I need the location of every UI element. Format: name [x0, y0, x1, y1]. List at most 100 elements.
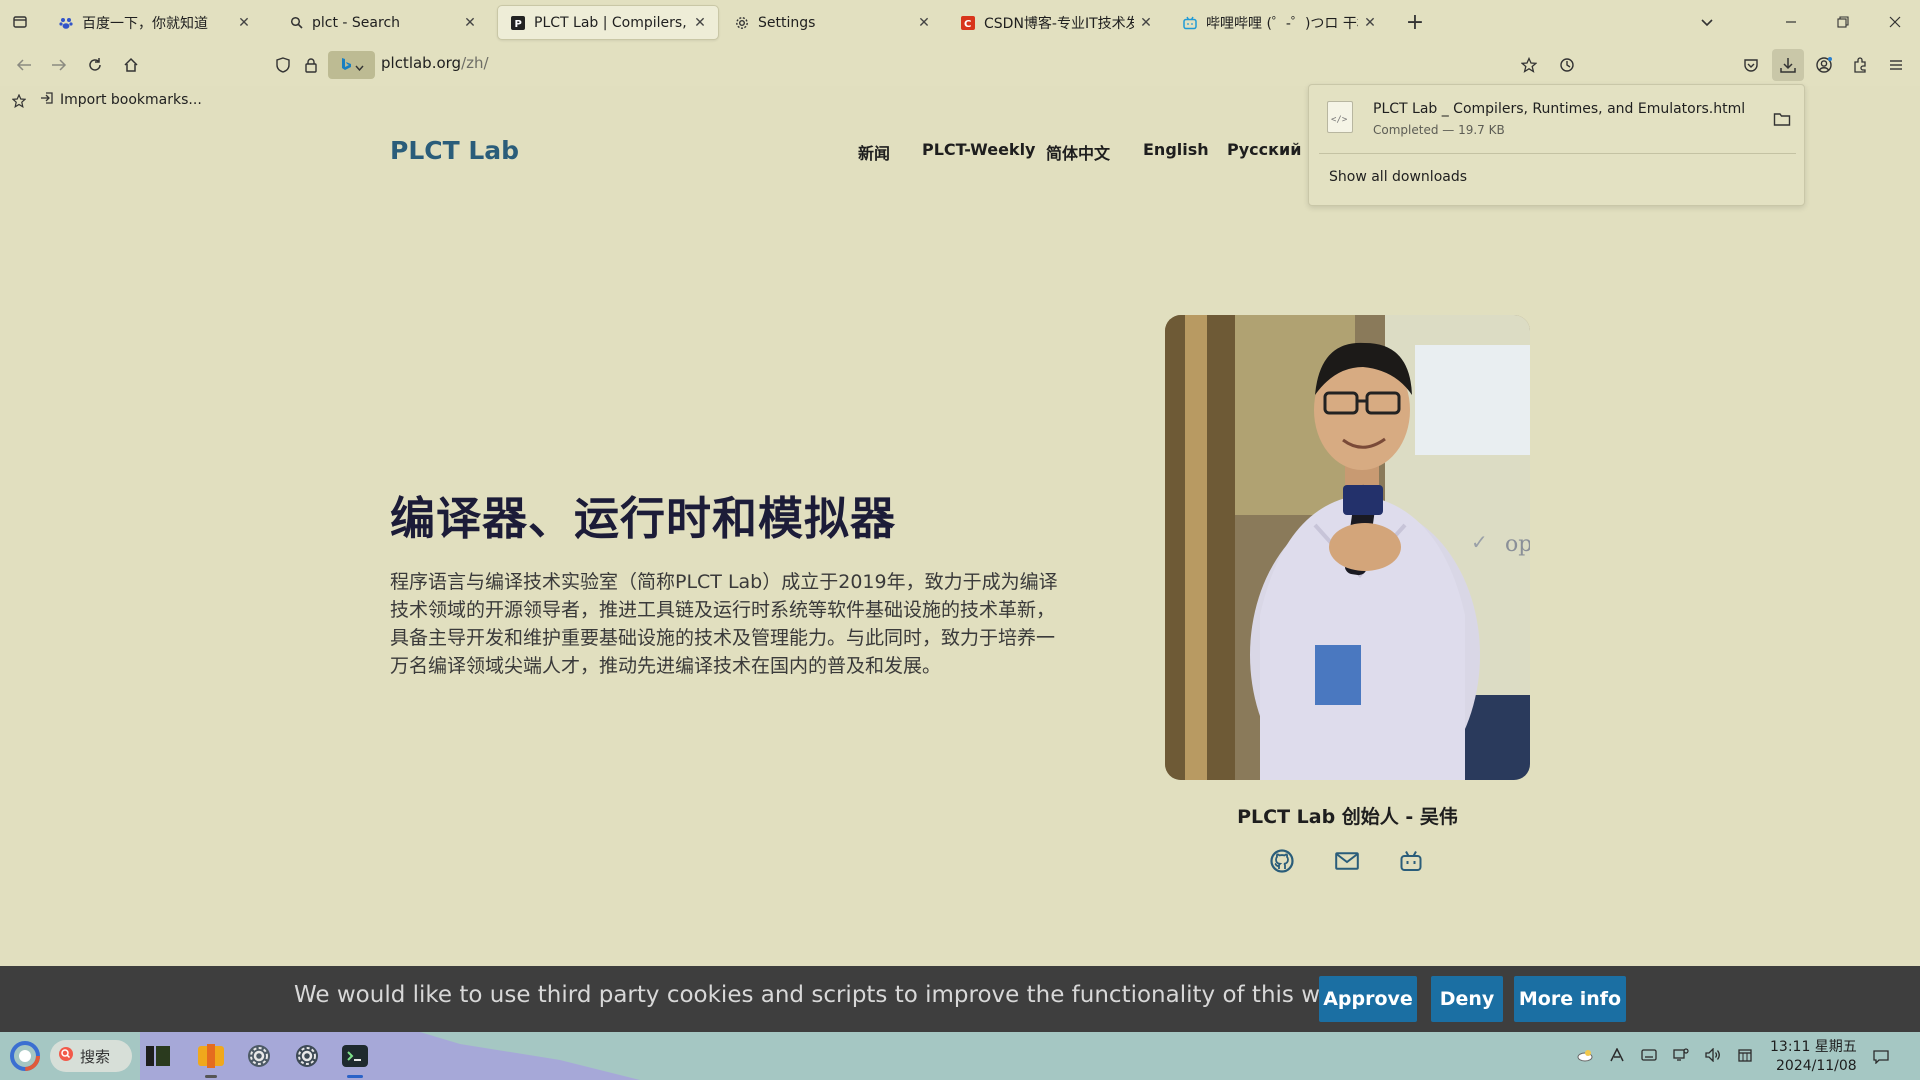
tab-label: 百度一下，你就知道 — [82, 15, 208, 32]
tab-plct-search[interactable]: plct - Search ✕ — [276, 5, 488, 40]
back-arrow-icon[interactable] — [9, 50, 39, 80]
tab-label: CSDN博客-专业IT技术发表平 — [984, 15, 1134, 32]
download-status: Completed — 19.7 KB — [1373, 123, 1505, 137]
taskbar-clock-date[interactable]: 2024/11/08 — [1776, 1058, 1857, 1074]
tab-csdn[interactable]: C CSDN博客-专业IT技术发表平 ✕ — [948, 5, 1164, 40]
search-icon — [288, 15, 304, 31]
deny-button[interactable]: Deny — [1431, 976, 1503, 1022]
bing-icon — [340, 56, 352, 75]
tab-settings[interactable]: Settings ✕ — [722, 5, 942, 40]
close-icon[interactable]: ✕ — [1362, 15, 1378, 31]
close-icon[interactable]: ✕ — [692, 15, 708, 31]
home-icon[interactable] — [116, 50, 146, 80]
svg-text:✓: ✓ — [1471, 530, 1488, 554]
tab-label: 哔哩哔哩 (゜-゜)つロ 干杯~ — [1206, 15, 1358, 32]
site-brand[interactable]: PLCT Lab — [390, 136, 519, 165]
chevron-down-icon — [354, 56, 364, 75]
download-item[interactable]: </> PLCT Lab _ Compilers, Runtimes, and … — [1319, 91, 1794, 147]
downloads-icon[interactable] — [1772, 49, 1804, 81]
bilibili-icon[interactable] — [1397, 848, 1425, 874]
pocket-icon[interactable] — [1736, 50, 1766, 80]
nav-russian[interactable]: Русский — [1227, 140, 1301, 159]
tab-plct-lab[interactable]: P PLCT Lab | Compilers, Runt ✕ — [497, 5, 719, 40]
svg-text:P: P — [515, 19, 522, 30]
more-info-button[interactable]: More info — [1514, 976, 1626, 1022]
svg-text:</>: </> — [1331, 115, 1348, 125]
tab-baidu[interactable]: 百度一下，你就知道 ✕ — [46, 5, 262, 40]
input-method-icon[interactable] — [1608, 1046, 1626, 1064]
keyboard-icon[interactable] — [1640, 1046, 1658, 1064]
start-menu-icon[interactable] — [9, 1040, 41, 1072]
tab-bilibili[interactable]: 哔哩哔哩 (゜-゜)つロ 干杯~ ✕ — [1170, 5, 1388, 40]
lock-icon[interactable] — [296, 50, 326, 80]
tab-list-icon[interactable] — [5, 7, 35, 37]
github-icon[interactable] — [1268, 848, 1296, 874]
import-bookmarks-link[interactable]: Import bookmarks... — [40, 91, 202, 109]
history-icon[interactable] — [1552, 50, 1582, 80]
founder-caption: PLCT Lab 创始人 - 吴伟 — [1237, 806, 1458, 828]
taskbar — [0, 1032, 1920, 1080]
taskbar-search-placeholder: 搜索 — [80, 1047, 111, 1066]
extensions-icon[interactable] — [1845, 50, 1875, 80]
show-all-downloads-button[interactable]: Show all downloads — [1329, 169, 1467, 185]
nav-english[interactable]: English — [1143, 140, 1209, 159]
csdn-icon: C — [960, 15, 976, 31]
downloads-panel: </> PLCT Lab _ Compilers, Runtimes, and … — [1308, 84, 1805, 206]
restore-button[interactable] — [1828, 7, 1858, 37]
multitask-view-icon[interactable] — [144, 1042, 172, 1070]
new-tab-button[interactable]: + — [1400, 7, 1430, 37]
bookmark-star-icon[interactable] — [4, 86, 34, 116]
approve-button[interactable]: Approve — [1319, 976, 1417, 1022]
shield-icon[interactable] — [268, 50, 298, 80]
file-manager-icon[interactable] — [197, 1042, 225, 1070]
folder-icon[interactable] — [1773, 111, 1793, 129]
founder-photo: op ✓ — [1165, 315, 1530, 780]
mail-icon[interactable] — [1333, 848, 1361, 874]
taskbar-wallpaper-strip — [140, 1032, 640, 1080]
close-icon[interactable]: ✕ — [916, 15, 932, 31]
cookie-message: We would like to use third party cookies… — [294, 982, 1398, 1008]
divider — [1319, 153, 1796, 154]
photo-slide-text: op — [1505, 532, 1530, 557]
nav-simplified-chinese[interactable]: 简体中文 — [1046, 140, 1110, 164]
taskbar-search[interactable]: 搜索 — [50, 1040, 132, 1072]
notification-icon[interactable] — [1872, 1048, 1890, 1066]
close-icon[interactable]: ✕ — [462, 15, 478, 31]
terminal-icon[interactable] — [341, 1042, 369, 1070]
settings-app-icon[interactable] — [245, 1042, 273, 1070]
forward-arrow-icon[interactable] — [44, 50, 74, 80]
minimize-button[interactable] — [1776, 7, 1806, 37]
taskbar-clock-time[interactable]: 13:11 星期五 — [1770, 1036, 1857, 1056]
download-file-name: PLCT Lab _ Compilers, Runtimes, and Emul… — [1373, 101, 1746, 117]
url-host: plctlab.org — [381, 54, 462, 72]
reload-icon[interactable] — [80, 50, 110, 80]
tab-bar: 百度一下，你就知道 ✕ plct - Search ✕ P PLCT Lab |… — [0, 0, 1920, 44]
running-indicator — [205, 1075, 217, 1078]
address-bar[interactable]: plctlab.org/zh/ — [381, 54, 489, 72]
search-engine-selector[interactable] — [328, 51, 375, 79]
svg-text:C: C — [964, 19, 971, 30]
menu-icon[interactable] — [1881, 50, 1911, 80]
close-icon[interactable]: ✕ — [1138, 15, 1154, 31]
calendar-icon[interactable] — [1736, 1046, 1754, 1064]
weather-icon[interactable] — [1576, 1046, 1594, 1064]
url-path: /zh/ — [461, 54, 489, 72]
control-center-icon[interactable] — [293, 1042, 321, 1070]
volume-icon[interactable] — [1704, 1046, 1722, 1064]
nav-news[interactable]: 新闻 — [858, 140, 890, 164]
close-icon[interactable]: ✕ — [236, 15, 252, 31]
star-icon[interactable] — [1514, 50, 1544, 80]
plct-favicon: P — [510, 15, 526, 31]
close-window-button[interactable] — [1880, 7, 1910, 37]
search-icon — [58, 1046, 74, 1066]
account-icon[interactable] — [1809, 50, 1839, 80]
tab-label: plct - Search — [312, 14, 401, 31]
chevron-down-icon[interactable] — [1692, 7, 1722, 37]
import-icon — [40, 91, 54, 109]
hero-title: 编译器、运行时和模拟器 — [390, 492, 897, 545]
hero-description: 程序语言与编译技术实验室（简称PLCT Lab）成立于2019年，致力于成为编译… — [390, 571, 1058, 677]
gear-icon — [734, 15, 750, 31]
baidu-icon — [58, 15, 74, 31]
nav-plct-weekly[interactable]: PLCT-Weekly — [922, 140, 1035, 159]
network-icon[interactable] — [1672, 1046, 1690, 1064]
